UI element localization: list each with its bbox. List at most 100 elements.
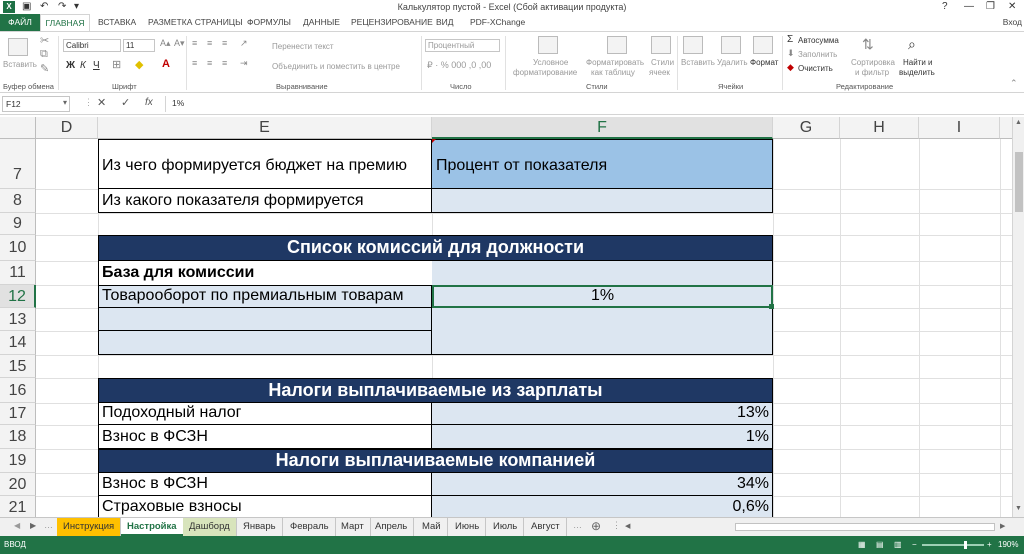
row-header-7[interactable]: 7 xyxy=(0,139,36,189)
tab-split-icon[interactable]: ⋮ xyxy=(612,520,621,531)
zoom-out-icon[interactable]: − xyxy=(912,536,917,554)
row-header-14[interactable]: 14 xyxy=(0,331,36,355)
align-left-icon[interactable]: ≡ xyxy=(192,58,197,68)
sheet-tab-august[interactable]: Август xyxy=(525,518,567,536)
paste-icon[interactable] xyxy=(8,38,28,56)
zoom-in-icon[interactable]: + xyxy=(987,536,992,554)
tab-pdf-xchange[interactable]: PDF-XChange xyxy=(470,17,525,27)
cell-styles-icon[interactable] xyxy=(651,36,671,54)
tab-page-layout[interactable]: РАЗМЕТКА СТРАНИЦЫ xyxy=(148,17,243,27)
orientation-icon[interactable]: ↗ xyxy=(240,38,248,49)
formula-input[interactable]: 1% xyxy=(165,96,1020,112)
row-header-13[interactable]: 13 xyxy=(0,308,36,331)
horizontal-scroll-thumb[interactable] xyxy=(735,523,995,531)
tab-data[interactable]: ДАННЫЕ xyxy=(303,17,340,27)
row-header-18[interactable]: 18 xyxy=(0,425,36,449)
add-sheet-icon[interactable]: ⊕ xyxy=(591,519,601,533)
shrink-font-icon[interactable]: A▾ xyxy=(174,38,185,49)
find-select-button[interactable]: Найти и xyxy=(903,58,933,67)
collapse-ribbon-icon[interactable]: ⌃ xyxy=(1010,78,1018,89)
tab-file[interactable]: ФАЙЛ xyxy=(0,14,40,31)
column-header-f[interactable]: F xyxy=(432,117,773,139)
italic-button[interactable]: К xyxy=(80,60,86,71)
cell-e21[interactable]: Страховые взносы xyxy=(102,498,432,516)
conditional-formatting-button[interactable]: Условное xyxy=(533,58,568,67)
scroll-left-icon[interactable]: ◀ xyxy=(625,522,630,530)
page-layout-view-icon[interactable]: ▤ xyxy=(876,536,884,554)
bold-button[interactable]: Ж xyxy=(66,60,75,71)
column-header-e[interactable]: E xyxy=(98,117,432,139)
cell-e11[interactable]: База для комиссии xyxy=(102,264,432,282)
insert-cells-icon[interactable] xyxy=(683,36,703,54)
restore-icon[interactable]: ❐ xyxy=(986,1,995,12)
row-header-17[interactable]: 17 xyxy=(0,403,36,425)
tab-view[interactable]: ВИД xyxy=(436,17,454,27)
cell-f7[interactable]: Процент от показателя xyxy=(436,157,766,175)
currency-percent-comma-icons[interactable]: ₽ · % 000 ,0 ,00 xyxy=(427,60,491,71)
column-header-i[interactable]: I xyxy=(919,117,1000,139)
sheet-tab-june[interactable]: Июнь xyxy=(449,518,487,536)
row-header-10[interactable]: 10 xyxy=(0,235,36,261)
format-as-table-button[interactable]: Форматировать xyxy=(586,58,644,67)
cell-e17[interactable]: Подоходный налог xyxy=(102,404,432,422)
format-painter-icon[interactable]: ✎ xyxy=(40,62,49,75)
format-as-table-icon[interactable] xyxy=(607,36,627,54)
delete-cells-icon[interactable] xyxy=(721,36,741,54)
paste-button[interactable]: Вставить xyxy=(3,60,37,69)
merge-center-button[interactable]: Объединить и поместить в центре xyxy=(272,62,400,71)
signin-link[interactable]: Вход xyxy=(1003,17,1022,27)
row-header-8[interactable]: 8 xyxy=(0,189,36,213)
scroll-up-icon[interactable]: ▲ xyxy=(1015,119,1022,126)
underline-button[interactable]: Ч xyxy=(93,60,100,71)
borders-icon[interactable]: ⊞ xyxy=(112,58,121,71)
cell-f18[interactable]: 1% xyxy=(436,428,769,446)
format-cells-button[interactable]: Формат xyxy=(750,58,778,67)
find-select-icon[interactable]: ⌕ xyxy=(908,36,916,53)
sort-filter-button[interactable]: Сортировка xyxy=(851,58,895,67)
cut-icon[interactable]: ✂ xyxy=(40,34,49,47)
help-icon[interactable]: ? xyxy=(942,1,948,12)
cell-f17[interactable]: 13% xyxy=(436,404,769,422)
tab-home[interactable]: ГЛАВНАЯ xyxy=(40,14,90,31)
row-header-9[interactable]: 9 xyxy=(0,213,36,235)
row-header-20[interactable]: 20 xyxy=(0,473,36,496)
confirm-entry-icon[interactable]: ✓ xyxy=(121,96,130,109)
align-top-icon[interactable]: ≡ xyxy=(192,38,197,48)
sort-filter-icon[interactable]: ⇅ xyxy=(862,36,874,53)
font-color-icon[interactable]: A xyxy=(162,58,170,70)
align-right-icon[interactable]: ≡ xyxy=(222,58,227,68)
row-header-12[interactable]: 12 xyxy=(0,285,36,308)
sheet-tab-instruction[interactable]: Инструкция xyxy=(57,518,122,536)
number-format-select[interactable]: Процентный xyxy=(425,39,500,52)
row-header-16[interactable]: 16 xyxy=(0,378,36,403)
delete-cells-button[interactable]: Удалить xyxy=(717,58,748,67)
align-middle-icon[interactable]: ≡ xyxy=(207,38,212,48)
conditional-formatting-icon[interactable] xyxy=(538,36,558,54)
cancel-entry-icon[interactable]: ✕ xyxy=(97,96,106,109)
close-icon[interactable]: ✕ xyxy=(1008,1,1016,12)
align-bottom-icon[interactable]: ≡ xyxy=(222,38,227,48)
cell-f21[interactable]: 0,6% xyxy=(436,498,769,516)
cell-f12[interactable]: 1% xyxy=(432,287,773,305)
tab-insert[interactable]: ВСТАВКА xyxy=(98,17,136,27)
fill-color-icon[interactable]: ◆ xyxy=(135,58,143,71)
fill-handle[interactable] xyxy=(769,304,774,309)
indent-icon[interactable]: ⇥ xyxy=(240,58,248,69)
cell-e18[interactable]: Взнос в ФСЗН xyxy=(102,428,432,446)
cell-e20[interactable]: Взнос в ФСЗН xyxy=(102,475,432,493)
row-header-21[interactable]: 21 xyxy=(0,496,36,517)
cell-styles-button[interactable]: Стили xyxy=(651,58,674,67)
autosum-button[interactable]: Автосумма xyxy=(798,36,839,45)
zoom-slider[interactable] xyxy=(922,544,984,546)
more-sheets-right-icon[interactable]: … xyxy=(573,520,582,530)
sheet-tab-january[interactable]: Январь xyxy=(237,518,283,536)
align-center-icon[interactable]: ≡ xyxy=(207,58,212,68)
sheet-tab-july[interactable]: Июль xyxy=(487,518,525,536)
zoom-slider-thumb[interactable] xyxy=(964,541,967,549)
sheet-tab-february[interactable]: Февраль xyxy=(284,518,336,536)
tab-formulas[interactable]: ФОРМУЛЫ xyxy=(247,17,291,27)
fill-icon[interactable]: ⬇ xyxy=(787,48,795,59)
wrap-text-button[interactable]: Перенести текст xyxy=(272,42,334,51)
column-header-h[interactable]: H xyxy=(840,117,919,139)
column-header-d[interactable]: D xyxy=(36,117,98,139)
